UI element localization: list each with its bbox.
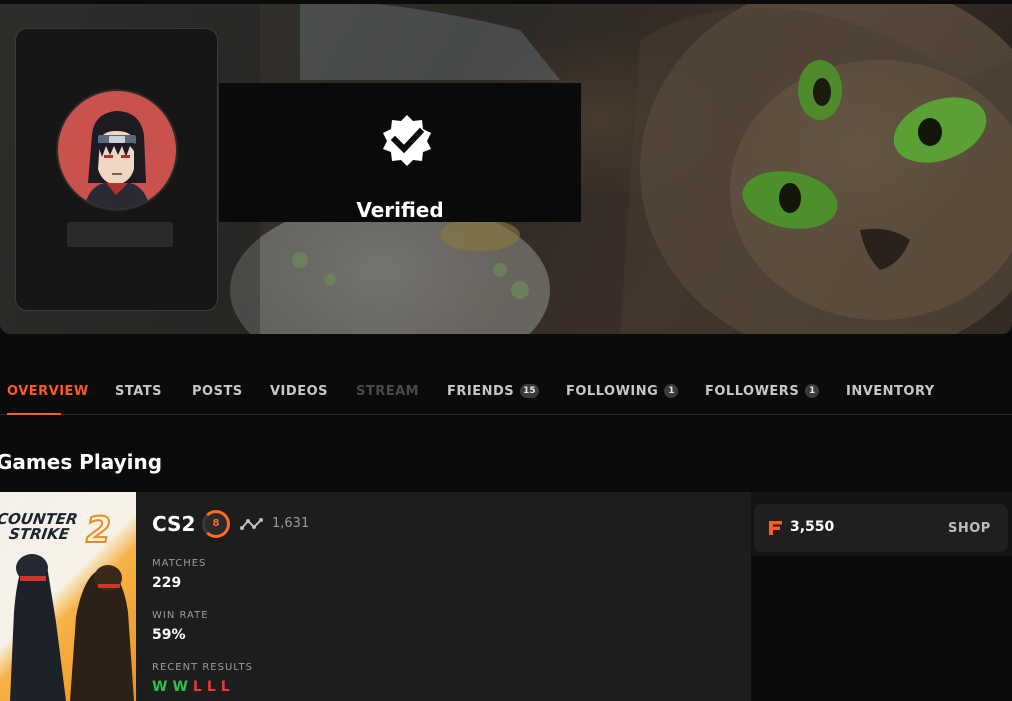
banner-top-edge	[0, 0, 1012, 4]
game-cover-image[interactable]: COUNTER STRIKE 2	[0, 492, 136, 701]
active-tab-indicator	[7, 413, 61, 415]
tab-posts[interactable]: POSTS	[192, 383, 243, 399]
cover-soldiers-icon	[10, 554, 134, 701]
avatar[interactable]	[56, 89, 178, 211]
recent-results: W W L L L	[152, 679, 230, 695]
section-title: Games Playing	[0, 450, 163, 474]
tab-followers[interactable]: FOLLOWERS 1	[705, 383, 820, 399]
matches-value: 229	[152, 575, 182, 591]
profile-tabs: OVERVIEW STATS POSTS VIDEOS STREAM FRIEN…	[0, 372, 1012, 415]
recent-results-label: RECENT RESULTS	[152, 662, 253, 673]
tab-label: OVERVIEW	[7, 383, 89, 399]
tab-label: VIDEOS	[270, 383, 328, 399]
points-panel: 3,550 SHOP	[751, 492, 1012, 556]
elo-trend-icon	[240, 518, 263, 530]
skill-level-badge: 8	[202, 510, 230, 538]
tab-following[interactable]: FOLLOWING 1	[566, 383, 679, 399]
username-placeholder	[67, 222, 173, 247]
friends-count-badge: 15	[520, 384, 539, 398]
verified-check-icon	[383, 115, 431, 166]
followers-count-badge: 1	[805, 384, 820, 398]
result-loss: L	[192, 679, 202, 695]
tab-label: STATS	[115, 383, 163, 399]
win-rate-value: 59%	[152, 627, 186, 643]
tab-label: POSTS	[192, 383, 243, 399]
tab-label: INVENTORY	[846, 383, 935, 399]
game-name: CS2	[152, 512, 196, 536]
result-win: W	[152, 679, 168, 695]
elo-value: 1,631	[272, 516, 310, 531]
following-count-badge: 1	[664, 384, 679, 398]
result-loss: L	[206, 679, 216, 695]
points-value: 3,550	[790, 519, 835, 535]
verified-label: Verified	[356, 198, 444, 222]
tab-label: FOLLOWERS	[705, 383, 800, 399]
points-currency-icon	[769, 521, 782, 535]
tab-inventory[interactable]: INVENTORY	[846, 383, 935, 399]
tab-videos[interactable]: VIDEOS	[270, 383, 328, 399]
win-rate-label: WIN RATE	[152, 610, 209, 621]
points-box: 3,550 SHOP	[754, 504, 1008, 552]
avatar-character-icon	[84, 111, 150, 209]
shop-button[interactable]: SHOP	[948, 521, 991, 536]
matches-label: MATCHES	[152, 558, 207, 569]
tab-overview[interactable]: OVERVIEW	[7, 383, 89, 399]
result-loss: L	[220, 679, 230, 695]
result-win: W	[172, 679, 188, 695]
profile-card	[15, 28, 218, 311]
verified-box: Verified	[219, 83, 581, 222]
tab-friends[interactable]: FRIENDS 15	[447, 383, 539, 399]
tab-label: STREAM	[356, 383, 420, 399]
tab-stream[interactable]: STREAM	[356, 383, 419, 399]
tab-label: FOLLOWING	[566, 383, 659, 399]
tab-label: FRIENDS	[447, 383, 515, 399]
tab-stats[interactable]: STATS	[115, 383, 162, 399]
game-card[interactable]: COUNTER STRIKE 2 CS2 8 1,631 MATCHES 229…	[0, 492, 751, 701]
